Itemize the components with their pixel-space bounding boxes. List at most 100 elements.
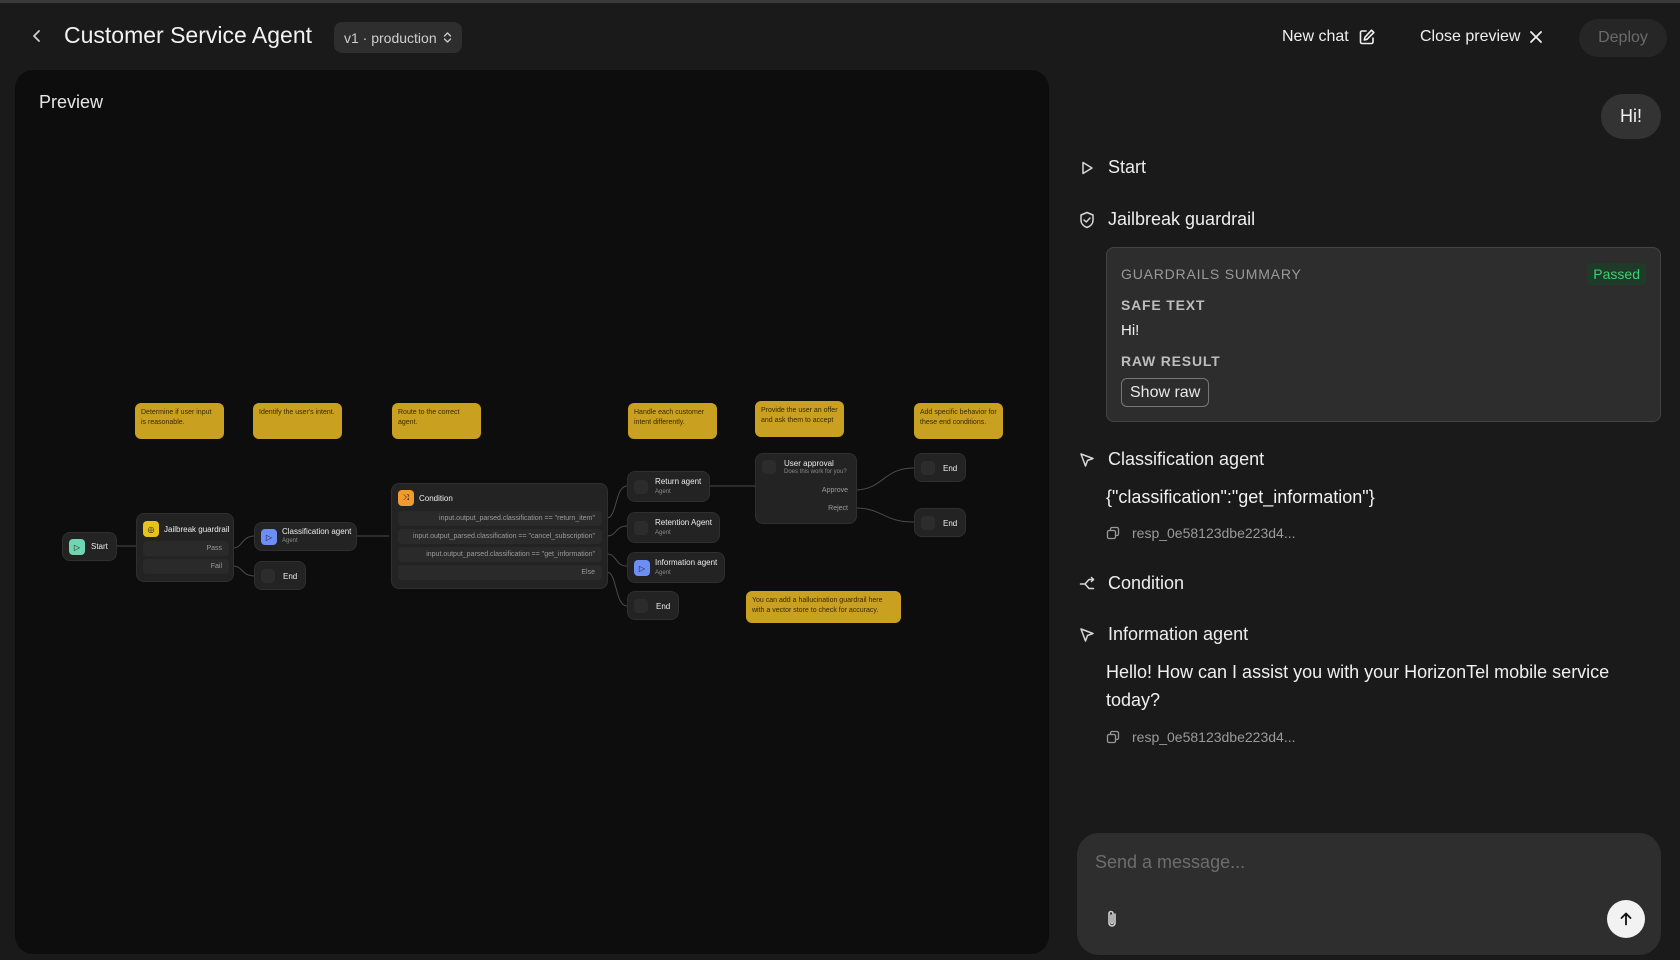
arrow-up-icon [1620,912,1632,926]
node-user-approval[interactable]: User approval Does this work for you? Ap… [755,453,857,524]
condition-row-return: input.output_parsed.classification == "r… [398,511,602,526]
node-retention-agent[interactable]: Retention Agent Agent [627,512,720,543]
stop-icon [634,599,648,613]
safe-text-label: SAFE TEXT [1121,297,1206,313]
node-end-else[interactable]: End [627,591,679,620]
node-approval-sub: Does this work for you? [784,469,847,475]
workflow-preview-panel: Preview Determine if user input is reaso… [15,70,1049,954]
agent-cursor-icon [1078,451,1096,469]
new-chat-label: New chat [1282,28,1349,45]
user-check-icon [762,460,776,474]
trace-step-information-label: Information agent [1108,624,1249,644]
assistant-response: Hello! How can I assist you with your Ho… [1106,662,1610,710]
node-jailbreak-guardrail[interactable]: ◎ Jailbreak guardrail Pass Fail [136,513,234,582]
message-composer [1077,833,1661,955]
node-return-agent[interactable]: Return agent Agent [627,471,710,502]
stop-icon [921,461,935,475]
raw-result-label: RAW RESULT [1121,353,1221,369]
trace-step-classification-label: Classification agent [1108,449,1265,469]
send-button[interactable] [1607,900,1645,938]
show-raw-button[interactable]: Show raw [1121,378,1210,407]
play-icon [1078,159,1096,177]
new-chat-button[interactable]: New chat [1282,21,1376,53]
agent-icon: ▷ [634,560,650,576]
approval-approve-branch: Approve [821,487,848,494]
node-information-label: Information agent [655,558,718,567]
message-input[interactable] [1095,847,1635,877]
response-id-2[interactable]: resp_0e58123dbe223d4... [1106,729,1295,745]
node-retention-sub: Agent [655,530,671,536]
note-validate-input[interactable]: Determine if user input is reasonable. [135,403,224,439]
condition-row-else: Else [398,565,602,580]
node-end-label: End [943,519,958,528]
status-badge: Passed [1587,263,1646,285]
shield-check-icon [1078,211,1096,229]
note-route-agent[interactable]: Route to the correct agent. [392,403,481,439]
note-identify-intent[interactable]: Identify the user's intent. [253,403,342,439]
node-approval-label: User approval [784,459,834,468]
paperclip-icon [1108,910,1116,927]
chevron-left-icon [33,30,40,42]
classification-output: {"classification":"get_information"} [1106,487,1375,507]
agent-icon [634,521,648,535]
node-start[interactable]: ▷ Start [62,532,117,561]
response-id-1-label: resp_0e58123dbe223d4... [1132,525,1296,541]
note-hallucination-guardrail[interactable]: You can add a hallucination guardrail he… [746,591,901,623]
trace-step-condition-label: Condition [1108,573,1185,593]
trace-step-jailbreak-label: Jailbreak guardrail [1108,209,1256,229]
response-id-2-label: resp_0e58123dbe223d4... [1132,729,1296,745]
node-classification-sub: Agent [282,538,298,544]
note-offer[interactable]: Provide the user an offer and ask them t… [755,401,844,437]
node-end-label: End [943,464,958,473]
safe-text-value: Hi! [1121,322,1140,339]
close-preview-button[interactable]: Close preview [1420,21,1543,53]
node-end-label: End [283,572,298,581]
guardrail-pass-branch: Pass [143,541,229,556]
node-information-agent[interactable]: ▷ Information agent Agent [627,552,725,583]
trace-step-condition[interactable]: Condition [1078,573,1184,594]
node-condition-label: Condition [419,494,453,503]
trace-step-classification[interactable]: Classification agent [1078,449,1264,470]
trace-step-information[interactable]: Information agent [1078,624,1248,645]
trace-step-start[interactable]: Start [1078,157,1146,178]
version-label: v1 · production [344,29,437,46]
workflow-canvas[interactable]: Determine if user input is reasonable. I… [15,70,1049,954]
node-return-label: Return agent [655,477,702,486]
attach-button[interactable] [1101,908,1123,930]
node-condition[interactable]: ⤨ Condition input.output_parsed.classifi… [391,483,608,589]
note-handle-intent[interactable]: Handle each customer intent differently. [628,403,717,439]
node-retention-label: Retention Agent [655,518,712,527]
deploy-button[interactable]: Deploy [1579,19,1667,57]
node-information-sub: Agent [655,570,671,576]
node-end-label: End [656,602,671,611]
close-preview-label: Close preview [1420,28,1521,45]
agent-icon: ▷ [261,529,277,545]
version-selector[interactable]: v1 · production [334,22,462,53]
node-start-label: Start [91,542,108,551]
play-icon: ▷ [69,539,85,555]
node-jailbreak-label: Jailbreak guardrail [164,525,230,534]
note-end-conditions[interactable]: Add specific behavior for these end cond… [914,403,1003,439]
node-return-sub: Agent [655,489,671,495]
agent-icon [634,480,648,494]
agent-cursor-icon [1078,626,1096,644]
chevron-updown-icon [443,32,451,43]
node-end-approve[interactable]: End [914,453,966,482]
node-classification-agent[interactable]: ▷ Classification agent Agent [254,522,357,551]
trace-step-jailbreak[interactable]: Jailbreak guardrail [1078,209,1255,230]
copy-icon [1106,730,1120,744]
guardrail-fail-branch: Fail [143,559,229,574]
close-icon [1530,31,1543,43]
response-id-1[interactable]: resp_0e58123dbe223d4... [1106,525,1295,541]
guardrails-summary-card: GUARDRAILS SUMMARY Passed SAFE TEXT Hi! … [1106,247,1661,422]
copy-icon [1106,526,1120,540]
edit-icon [1359,29,1375,45]
back-button[interactable] [24,23,50,49]
chat-panel: Hi! Start Jailbreak guardrail GUARDRAILS… [1050,70,1680,960]
node-end-fail[interactable]: End [254,561,306,590]
guardrails-summary-label: GUARDRAILS SUMMARY [1121,266,1302,282]
node-end-reject[interactable]: End [914,508,966,537]
condition-row-cancel: input.output_parsed.classification == "c… [398,529,602,544]
branch-icon: ⤨ [398,490,414,506]
trace-step-start-label: Start [1108,157,1147,177]
